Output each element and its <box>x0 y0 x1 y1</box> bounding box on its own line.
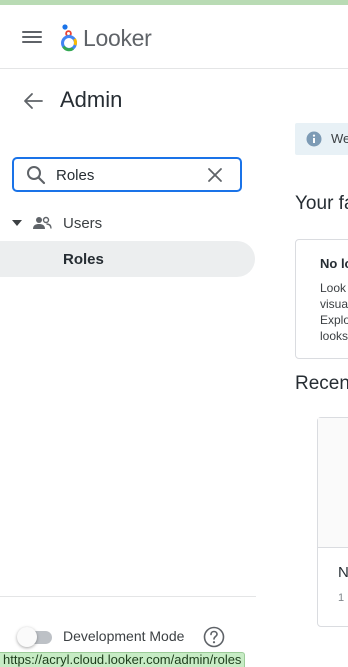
favorites-card-body: Look visua Explo looks <box>320 280 348 344</box>
search-input[interactable] <box>56 163 196 187</box>
caret-down-icon[interactable] <box>12 220 22 226</box>
development-mode-toggle[interactable] <box>17 627 53 647</box>
favorites-card-line: Explo <box>320 313 348 327</box>
looker-logo[interactable]: Looker <box>60 23 152 53</box>
status-bar-url: https://acryl.cloud.looker.com/admin/rol… <box>0 652 246 667</box>
sidebar-item-label: Users <box>63 215 103 232</box>
main-content: We Your fa No lo Look visua Explo looks … <box>256 70 348 652</box>
sidebar-item-label: Roles <box>63 251 104 268</box>
sidebar-footer: Development Mode <box>0 596 256 652</box>
people-icon <box>33 216 52 229</box>
search-icon <box>27 166 46 185</box>
recents-heading: Recent <box>295 373 348 394</box>
banner-text: We <box>331 131 348 146</box>
looker-logo-icon <box>61 24 77 52</box>
info-icon <box>306 131 322 147</box>
recent-item-meta: 1 <box>338 592 345 604</box>
development-mode-label: Development Mode <box>63 628 185 644</box>
favorites-card-line: Look <box>320 281 347 295</box>
admin-sidebar: Admin Users Roles Development Mode <box>0 70 256 652</box>
recent-item-card[interactable]: N 1 <box>317 417 348 627</box>
help-icon[interactable] <box>203 626 225 648</box>
top-header: Looker <box>0 5 348 69</box>
page-title: Admin <box>60 87 123 112</box>
hamburger-menu-icon[interactable] <box>22 29 42 45</box>
recent-item-name: N <box>338 564 348 581</box>
favorites-card-line: visua <box>320 297 348 311</box>
admin-search-box[interactable] <box>12 157 242 192</box>
recent-item-thumbnail <box>318 418 348 548</box>
sidebar-item-roles[interactable]: Roles <box>0 241 255 277</box>
favorites-empty-card: No lo Look visua Explo looks <box>295 239 348 359</box>
favorites-card-title: No lo <box>320 256 348 271</box>
clear-search-icon[interactable] <box>207 167 223 183</box>
logo-wordmark: Looker <box>83 24 152 51</box>
toggle-knob <box>17 627 37 647</box>
back-arrow-icon[interactable] <box>22 92 44 110</box>
info-banner: We <box>295 123 348 155</box>
sidebar-item-users[interactable]: Users <box>0 209 256 239</box>
favorites-heading: Your fa <box>295 193 348 214</box>
favorites-card-line: looks <box>320 329 348 343</box>
